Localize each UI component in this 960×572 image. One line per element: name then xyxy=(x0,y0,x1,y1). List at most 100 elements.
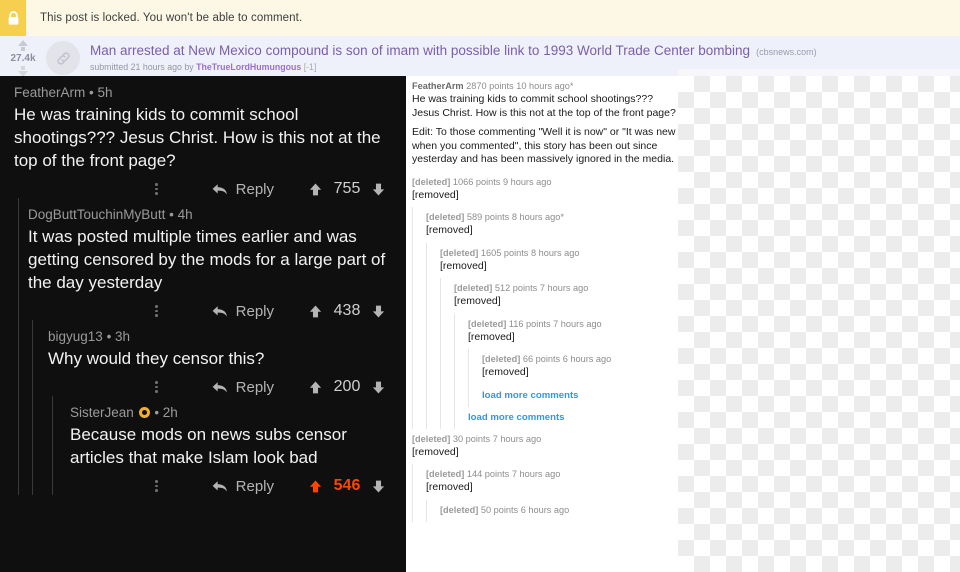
comment-author[interactable]: [deleted] xyxy=(440,248,478,258)
thread-line xyxy=(32,320,33,396)
comment-author[interactable]: FeatherArm xyxy=(412,81,464,91)
comment-header: FeatherArm 2870 points 10 hours ago* xyxy=(412,80,678,92)
comment-author[interactable]: [deleted] xyxy=(454,283,492,293)
downvote-icon[interactable] xyxy=(371,304,386,319)
dark-comment-header: FeatherArm • 5h xyxy=(14,84,394,102)
comment-paragraph: [removed] xyxy=(412,445,459,458)
thread-line xyxy=(412,242,413,278)
dark-comment-author[interactable]: bigyug13 xyxy=(48,329,103,344)
downvote-icon[interactable] xyxy=(371,182,386,197)
dark-vote-controls: 755 xyxy=(308,180,386,198)
more-options-icon[interactable] xyxy=(147,305,167,317)
dark-comment-author[interactable]: DogButtTouchinMyButt xyxy=(28,207,165,222)
thread-line xyxy=(412,207,413,243)
comment-header: [deleted] 512 points 7 hours ago xyxy=(454,282,678,294)
thread-line xyxy=(412,278,413,314)
dark-vote-controls: 438 xyxy=(308,302,386,320)
comment-paragraph: He was training kids to commit school sh… xyxy=(412,93,676,119)
dark-comment-meta-separator: • xyxy=(165,207,178,222)
comment-timestamp: 7 hours ago xyxy=(553,318,602,329)
comment-author[interactable]: [deleted] xyxy=(412,177,450,187)
dark-comment-score: 546 xyxy=(333,477,361,494)
load-more-comments-link[interactable]: load more comments xyxy=(468,411,678,425)
comment-paragraph: Edit: To those commenting "Well it is no… xyxy=(412,126,676,165)
comment-author[interactable]: [deleted] xyxy=(440,505,478,515)
reply-button[interactable]: Reply xyxy=(211,303,274,320)
post-domain[interactable]: (cbsnews.com) xyxy=(756,47,817,57)
comment-points: 589 points xyxy=(466,212,510,222)
dark-comment-author[interactable]: FeatherArm xyxy=(14,85,85,100)
comment-author[interactable]: [deleted] xyxy=(482,354,520,364)
checker-top-strip xyxy=(678,69,960,76)
thread-line xyxy=(426,242,427,278)
dark-comment-score: 755 xyxy=(333,180,361,197)
downvote-icon[interactable] xyxy=(371,380,386,395)
dark-comment-overlay: FeatherArm • 5h He was training kids to c… xyxy=(0,76,406,572)
comment-paragraph: [removed] xyxy=(468,330,515,343)
thread-line xyxy=(468,349,469,385)
comment-author[interactable]: [deleted] xyxy=(426,212,464,222)
load-more-row: load more comments xyxy=(406,384,678,407)
comment-points: 1066 points xyxy=(452,176,501,187)
thread-line xyxy=(440,406,441,429)
more-options-icon[interactable] xyxy=(147,183,167,195)
load-more-comments-link[interactable]: load more comments xyxy=(482,389,678,403)
comment-author[interactable]: [deleted] xyxy=(412,434,450,444)
dark-comment-actions: Reply 438 xyxy=(28,302,394,320)
thread-line xyxy=(412,384,413,407)
reply-label: Reply xyxy=(235,477,274,495)
post-title[interactable]: Man arrested at New Mexico compound is s… xyxy=(90,43,750,58)
comment-paragraph: [removed] xyxy=(440,259,487,272)
dark-vote-controls: 200 xyxy=(308,378,386,396)
dark-comment-score: 438 xyxy=(333,302,361,319)
comment-header: [deleted] 30 points 7 hours ago xyxy=(412,433,678,445)
comment-header: [deleted] 50 points 6 hours ago xyxy=(440,504,678,516)
comment: [deleted] 1066 points 9 hours ago [remove… xyxy=(406,172,678,208)
dark-comment: DogButtTouchinMyButt • 4h It was posted m… xyxy=(0,198,406,320)
comment-author[interactable]: [deleted] xyxy=(426,469,464,479)
upvote-icon[interactable] xyxy=(308,304,323,319)
upvote-icon[interactable] xyxy=(308,380,323,395)
comment-paragraph: [removed] xyxy=(482,366,529,378)
comment: [deleted] 116 points 7 hours ago [removed… xyxy=(406,313,678,349)
downvote-icon[interactable] xyxy=(371,479,386,494)
thread-line xyxy=(454,349,455,385)
upvote-icon[interactable] xyxy=(308,182,323,197)
reply-label: Reply xyxy=(235,378,274,396)
transparency-checkerboard xyxy=(678,76,960,572)
comment-author[interactable]: [deleted] xyxy=(468,319,506,329)
dark-comment-timestamp: 5h xyxy=(97,85,113,100)
post-flag[interactable]: [-1] xyxy=(304,62,317,72)
comment: [deleted] 589 points 8 hours ago* [remove… xyxy=(406,207,678,243)
thread-line xyxy=(18,320,19,396)
comment-body: [removed] xyxy=(412,446,678,460)
reply-arrow-icon xyxy=(212,381,227,393)
load-more-row: load more comments xyxy=(406,406,678,429)
post-vote-column[interactable]: 27.4k xyxy=(0,38,46,77)
dark-comment-header: DogButtTouchinMyButt • 4h xyxy=(28,206,394,224)
post-author[interactable]: TheTrueLordHumungous xyxy=(196,62,301,72)
dark-comment-text: Why would they censor this? xyxy=(48,349,265,368)
more-options-icon[interactable] xyxy=(147,480,167,492)
locked-banner-text: This post is locked. You won't be able t… xyxy=(40,12,303,24)
reply-button[interactable]: Reply xyxy=(211,181,274,198)
comment-timestamp: 9 hours ago xyxy=(502,176,552,187)
reply-button[interactable]: Reply xyxy=(211,379,274,396)
comment-header: [deleted] 1066 points 9 hours ago xyxy=(412,176,678,188)
comment-timestamp: 7 hours ago xyxy=(492,433,542,444)
dark-comment-author[interactable]: SisterJean xyxy=(70,405,134,420)
thread-line xyxy=(412,406,413,429)
link-icon xyxy=(56,51,70,65)
dark-comment: FeatherArm • 5h He was training kids to c… xyxy=(0,76,406,198)
upvote-arrow-icon[interactable] xyxy=(18,40,28,46)
comment: [deleted] 1605 points 8 hours ago [remove… xyxy=(406,242,678,278)
upvote-icon[interactable] xyxy=(308,479,323,494)
post-thumbnail[interactable] xyxy=(46,41,80,75)
thread-line xyxy=(426,406,427,429)
reply-button[interactable]: Reply xyxy=(211,478,274,495)
comment-body: [removed] xyxy=(454,295,678,309)
comment-paragraph: [removed] xyxy=(426,481,473,493)
more-options-icon[interactable] xyxy=(147,381,167,393)
post-submitted-time: 21 hours ago xyxy=(130,62,182,72)
dark-comment: bigyug13 • 3h Why would they censor this?… xyxy=(0,320,406,396)
